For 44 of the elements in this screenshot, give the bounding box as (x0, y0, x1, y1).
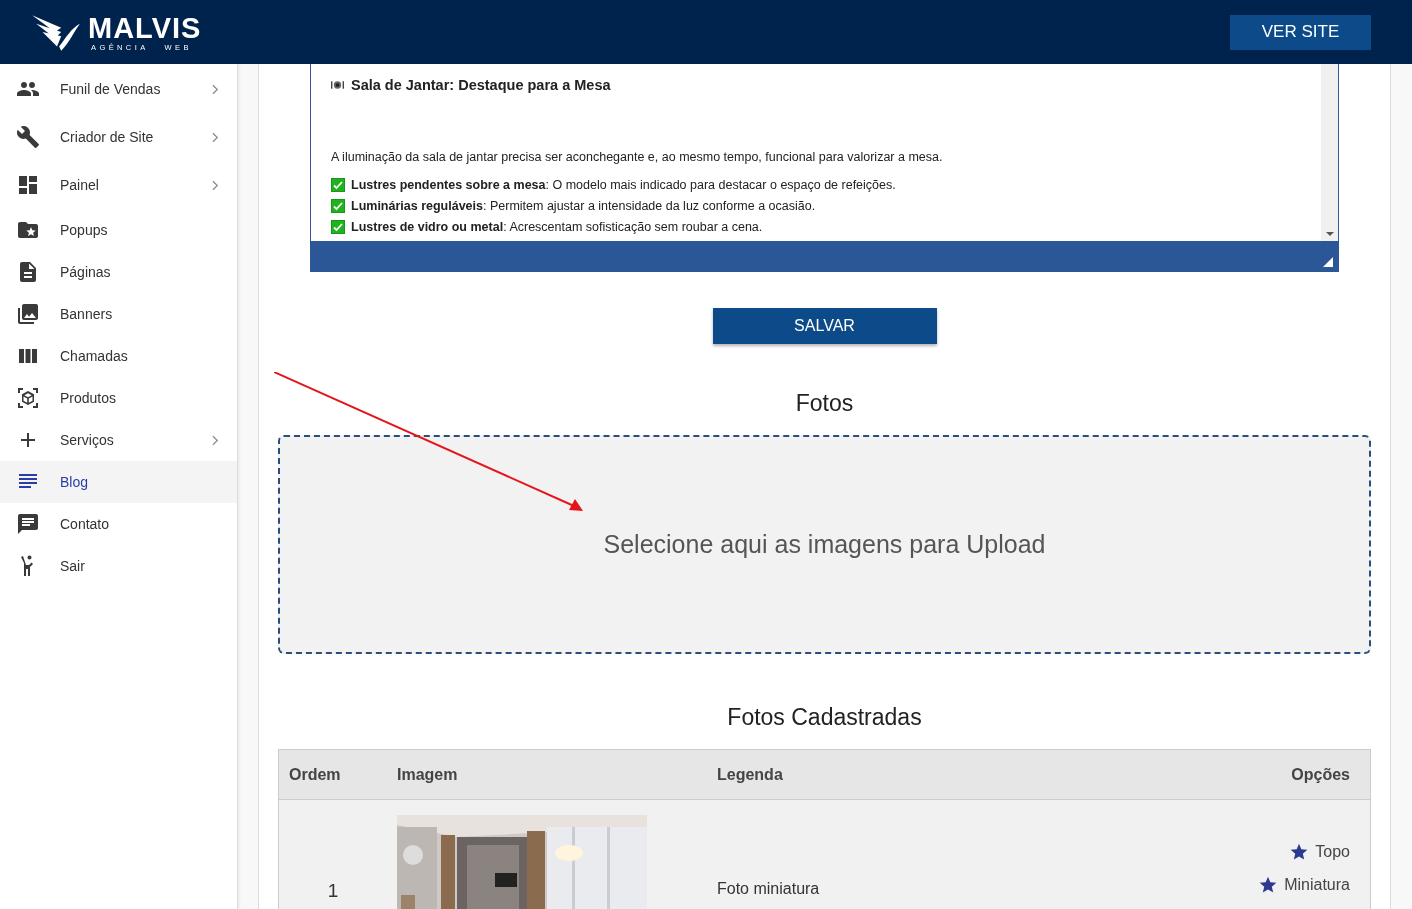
sidebar-item[interactable]: Banners (0, 293, 237, 335)
sidebar-item[interactable]: Chamadas (0, 335, 237, 377)
column-header: Ordem (278, 749, 387, 800)
column-header: Opções (1027, 749, 1371, 800)
sidebar-item[interactable]: Páginas (0, 251, 237, 293)
logo-name: MALVIS (88, 12, 202, 43)
sidebar-item[interactable]: Contato (0, 503, 237, 545)
option-link[interactable]: Miniatura (1258, 875, 1350, 895)
sidebar-item[interactable]: Sair (0, 545, 237, 587)
sidebar-item[interactable]: Blog (0, 461, 237, 503)
chat-icon (16, 512, 40, 536)
table-cell: 1 (278, 799, 387, 909)
editor-paragraph: A iluminação da sala de jantar precisa ser aconchegante e, ao mesmo tempo, funcional para valorizar a mesa. (331, 150, 944, 164)
resize-handle-icon[interactable] (1323, 257, 1333, 267)
rich-text-editor[interactable] (310, 64, 1339, 272)
checklist-text: Lustres de vidro ou metal: Acrescentam sofisticação sem roubar a cena. (351, 220, 763, 234)
option-link[interactable]: Topo (1289, 842, 1350, 862)
dashboard-icon (16, 173, 40, 197)
sidebar-item[interactable]: Painel (0, 161, 237, 209)
section-title: Fotos (794, 390, 855, 417)
editor-heading: Sala de Jantar: Destaque para a Mesa (351, 77, 611, 93)
images-icon (16, 302, 40, 326)
sidebar-item[interactable]: Serviços (0, 419, 237, 461)
save-button[interactable]: SALVAR (712, 308, 937, 344)
section-title: Fotos Cadastradas (726, 704, 923, 731)
wrench-icon (16, 125, 40, 149)
column-header: Imagem (387, 749, 707, 800)
checklist-text: Lustres pendentes sobre a mesa: O modelo mais indicado para destacar o espaço de refeições. (351, 178, 896, 192)
sidebar-item[interactable]: Criador de Site (0, 113, 237, 161)
sidebar-item[interactable]: Popups (0, 209, 237, 251)
cube-icon (16, 386, 40, 410)
view-site-button[interactable]: VER SITE (1230, 14, 1371, 50)
check-mark-icon (331, 199, 345, 213)
sidebar-item[interactable]: Produtos (0, 377, 237, 419)
editor-scrollbar[interactable] (1321, 64, 1338, 241)
upload-dropzone[interactable]: Selecione aqui as imagens para Upload (278, 435, 1371, 654)
sidebar-item[interactable]: Funil de Vendas (0, 65, 237, 113)
check-mark-icon (331, 220, 345, 234)
plate-icon (331, 80, 344, 90)
scroll-down-icon (1325, 232, 1334, 236)
check-mark-icon (331, 178, 345, 192)
checklist-text: Luminárias reguláveis: Permitem ajustar a intensidade da luz conforme a ocasião. (351, 199, 816, 213)
table-cell: Foto miniatura (707, 799, 1027, 909)
column-header: Legenda (707, 749, 1027, 800)
